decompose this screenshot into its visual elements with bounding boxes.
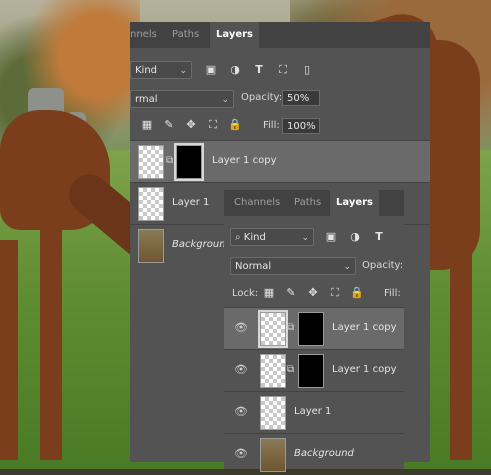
horse-left-leg — [40, 220, 62, 460]
type-filter-icon[interactable]: T — [252, 63, 266, 77]
type-filter-icon[interactable]: T — [372, 230, 386, 244]
chevron-down-icon: ⌄ — [179, 66, 187, 76]
layer-thumbnail — [258, 310, 288, 348]
layer-name[interactable]: Layer 1 — [172, 197, 209, 208]
eye-icon[interactable]: 👁 — [234, 447, 248, 461]
layer-thumbnail — [138, 187, 164, 221]
layer-name[interactable]: Layer 1 copy — [332, 322, 396, 333]
layer-row-layer-1-copy[interactable]: 👁 ⧉ Layer 1 copy — [224, 307, 404, 349]
layer-name[interactable]: Layer 1 — [294, 406, 331, 417]
eye-icon[interactable]: 👁 — [234, 405, 248, 419]
lock-transparent-pixels-icon[interactable]: ▦ — [262, 286, 276, 300]
image-filter-icon[interactable]: ▣ — [204, 63, 218, 77]
adjustment-filter-icon[interactable]: ◑ — [348, 230, 362, 244]
front-panel-tabs: Channels Paths Layers — [224, 190, 404, 216]
image-filter-icon[interactable]: ▣ — [324, 230, 338, 244]
horse-left-leg — [0, 240, 18, 460]
layer-row-layer-1-copy[interactable]: 👁 ⧉ Layer 1 copy — [224, 349, 404, 391]
back-panel-tabs: nnels Paths Layers — [130, 22, 430, 48]
layer-name[interactable]: Background — [294, 448, 354, 459]
chain-link-icon[interactable]: ⧉ — [166, 154, 174, 168]
kind-filter-dropdown[interactable]: ⌕ Kind ⌄ — [230, 228, 314, 246]
kind-filter-value: Kind — [135, 65, 158, 76]
layer-thumbnail — [138, 145, 164, 179]
chain-link-icon[interactable]: ⧉ — [287, 321, 295, 335]
front-layers-panel: Channels Paths Layers ⌕ Kind ⌄ ▣ ◑ T Nor… — [224, 190, 404, 472]
lock-label: Lock: — [232, 288, 259, 299]
layer-name[interactable]: Background — [172, 239, 232, 250]
shape-filter-icon[interactable]: ⛶ — [276, 63, 290, 77]
lock-all-icon[interactable]: 🔒 — [228, 118, 242, 132]
kind-filter-value: Kind — [243, 232, 266, 243]
lock-position-icon[interactable]: ✥ — [306, 286, 320, 300]
fill-field[interactable]: 100% — [282, 118, 320, 134]
horse-right-leg — [450, 250, 472, 460]
tab-paths[interactable]: Paths — [294, 190, 321, 216]
chain-link-icon[interactable]: ⧉ — [287, 363, 295, 377]
layer-thumbnail — [138, 229, 164, 263]
fill-label: Fill: — [263, 120, 280, 131]
lock-all-icon[interactable]: 🔒 — [350, 286, 364, 300]
layer-row-layer-1[interactable]: 👁 Layer 1 — [224, 391, 404, 433]
eye-icon[interactable]: 👁 — [234, 321, 248, 335]
smart-object-filter-icon[interactable]: ▯ — [300, 63, 314, 77]
opacity-label: Opacity: — [241, 92, 283, 103]
lock-position-icon[interactable]: ✥ — [184, 118, 198, 132]
adjustment-filter-icon[interactable]: ◑ — [228, 63, 242, 77]
chevron-down-icon: ⌄ — [343, 262, 351, 272]
blend-mode-value: rmal — [135, 94, 158, 105]
lock-artboard-icon[interactable]: ⛶ — [328, 286, 342, 300]
eye-icon[interactable]: 👁 — [234, 363, 248, 377]
fill-label: Fill: — [384, 288, 401, 299]
layer-name[interactable]: Layer 1 copy — [332, 364, 396, 375]
lock-artboard-icon[interactable]: ⛶ — [206, 118, 220, 132]
chevron-down-icon: ⌄ — [301, 233, 309, 243]
blend-mode-value: Normal — [235, 261, 272, 272]
layer-thumbnail — [260, 396, 286, 430]
layer-row-layer-1-copy[interactable]: ⧉ Layer 1 copy — [130, 140, 430, 182]
kind-filter-dropdown[interactable]: Kind ⌄ — [130, 61, 192, 79]
tab-channels[interactable]: nnels — [130, 22, 157, 48]
tab-layers[interactable]: Layers — [210, 22, 259, 48]
opacity-label: Opacity: — [362, 260, 404, 271]
chevron-down-icon: ⌄ — [221, 95, 229, 105]
opacity-field[interactable]: 50% — [282, 90, 320, 106]
tab-paths[interactable]: Paths — [172, 22, 199, 48]
lock-image-pixels-icon[interactable]: ✎ — [162, 118, 176, 132]
layer-thumbnail — [260, 354, 286, 388]
lock-image-pixels-icon[interactable]: ✎ — [284, 286, 298, 300]
layer-thumbnail — [260, 438, 286, 472]
blend-mode-dropdown[interactable]: Normal ⌄ — [230, 257, 356, 275]
lock-transparent-pixels-icon[interactable]: ▦ — [140, 118, 154, 132]
tab-layers[interactable]: Layers — [330, 190, 379, 216]
layer-mask-thumbnail[interactable] — [298, 354, 324, 388]
layer-name[interactable]: Layer 1 copy — [212, 155, 276, 166]
tab-channels[interactable]: Channels — [234, 190, 280, 216]
layer-mask-thumbnail[interactable] — [174, 143, 204, 181]
blend-mode-dropdown[interactable]: rmal ⌄ — [130, 90, 234, 108]
layer-mask-thumbnail[interactable] — [298, 312, 324, 346]
search-icon: ⌕ — [235, 232, 244, 243]
